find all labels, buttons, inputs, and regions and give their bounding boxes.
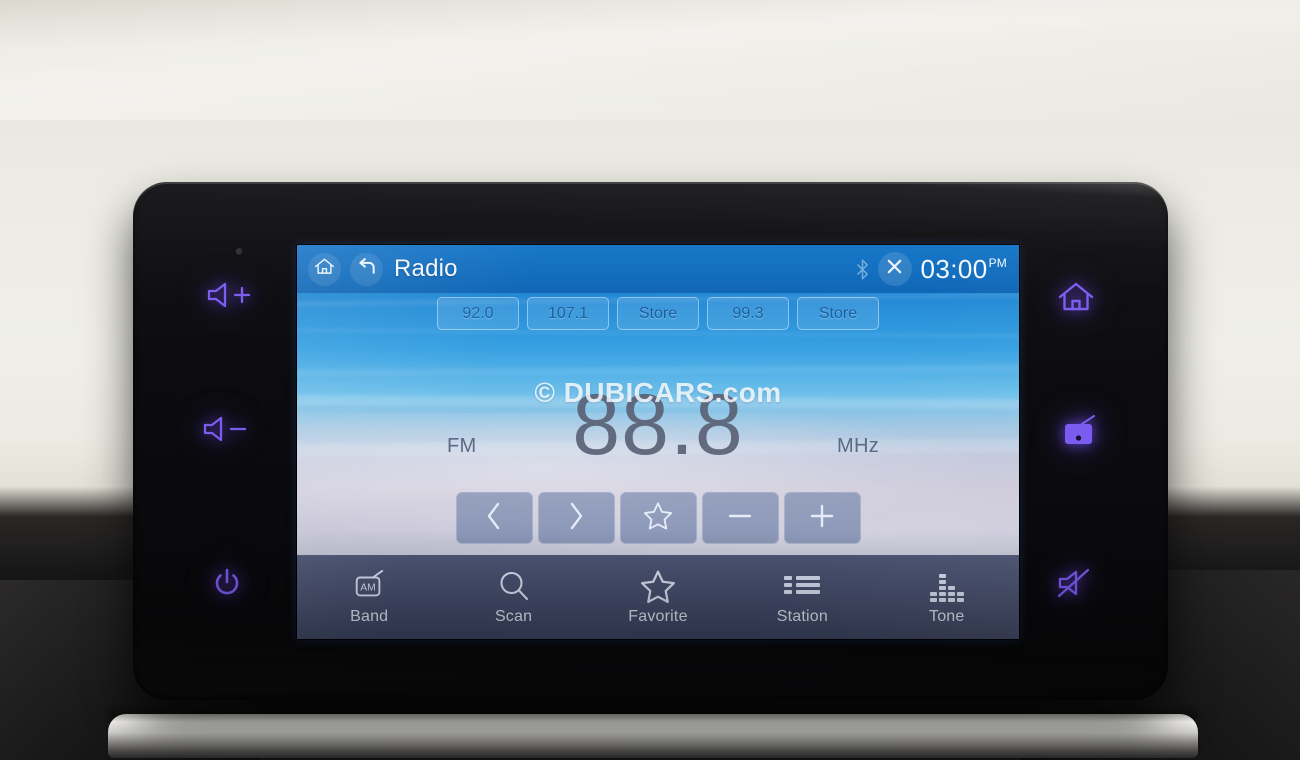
- bluetooth-icon: [856, 258, 869, 280]
- chevron-right-icon: [564, 501, 588, 536]
- close-button[interactable]: [877, 252, 912, 286]
- home-icon: [1057, 280, 1095, 314]
- star-icon: [643, 501, 673, 535]
- volume-up-key[interactable]: [193, 270, 265, 320]
- title-bar: Radio 03:00 PM: [297, 245, 1019, 293]
- preset-button-1[interactable]: 92.0: [437, 297, 519, 330]
- preset-button-5[interactable]: Store: [797, 297, 879, 330]
- nav-label-station: Station: [776, 608, 828, 625]
- search-icon: [497, 569, 531, 603]
- nav-label-favorite: Favorite: [628, 608, 688, 625]
- plus-icon: [807, 501, 837, 536]
- nav-item-band[interactable]: AM Band: [309, 561, 429, 635]
- volume-down-key[interactable]: [189, 404, 261, 454]
- seek-up-button[interactable]: [537, 492, 615, 544]
- list-icon: [784, 569, 821, 603]
- lcd-screen[interactable]: Radio 03:00 PM 92.0 107.1 Store 99.3 Sto…: [297, 245, 1019, 639]
- favorite-button[interactable]: [619, 492, 697, 544]
- list-row: [784, 582, 821, 587]
- home-key[interactable]: [1040, 272, 1112, 322]
- microphone-hole: [236, 248, 242, 254]
- home-icon: [314, 257, 335, 281]
- close-x-icon: [885, 257, 904, 281]
- star-icon: [640, 569, 676, 603]
- nav-item-station[interactable]: Station: [742, 561, 862, 635]
- list-row: [784, 589, 821, 594]
- preset-button-4[interactable]: 99.3: [707, 297, 789, 330]
- svg-text:AM: AM: [360, 583, 376, 594]
- back-arrow-icon: [356, 257, 378, 282]
- seek-down-button[interactable]: [455, 492, 533, 544]
- frequency-unit-label: MHz: [836, 435, 879, 457]
- list-row: [784, 575, 821, 580]
- bottom-navigation-bar: AM Band Scan Favorite Station Tone: [297, 555, 1019, 639]
- equalizer-icon: [929, 569, 964, 603]
- titlebar-home-button[interactable]: [308, 252, 341, 286]
- clock-meridiem: PM: [988, 255, 1007, 270]
- tune-up-button[interactable]: [783, 492, 861, 544]
- radio-icon: [1060, 414, 1100, 448]
- power-key[interactable]: [191, 558, 263, 608]
- clock-time: 03:00: [920, 253, 988, 284]
- chevron-left-icon: [482, 501, 506, 536]
- titlebar-status-area: 03:00 PM: [856, 252, 1019, 286]
- speaker-minus-icon: [201, 414, 249, 444]
- tune-down-button[interactable]: [701, 492, 779, 544]
- frequency-display: FM 88.8 © DUBICARS.com MHz: [297, 373, 1019, 483]
- frequency-value: 88.8: [572, 377, 744, 473]
- nav-label-band: Band: [350, 608, 389, 625]
- speaker-mute-icon: [1055, 567, 1097, 599]
- tuning-controls: [297, 492, 1019, 544]
- titlebar-back-button[interactable]: [350, 252, 383, 286]
- radio-key[interactable]: [1044, 406, 1116, 456]
- windshield-glare: [0, 0, 1300, 120]
- mute-key[interactable]: [1040, 558, 1112, 608]
- chrome-trim-strip: [108, 714, 1198, 758]
- clock: 03:00 PM: [921, 254, 1007, 285]
- preset-button-3[interactable]: Store: [617, 297, 699, 330]
- preset-row: 92.0 107.1 Store 99.3 Store: [297, 297, 1019, 330]
- preset-button-2[interactable]: 107.1: [527, 297, 609, 330]
- nav-label-scan: Scan: [494, 608, 533, 625]
- nav-item-favorite[interactable]: Favorite: [598, 561, 718, 635]
- minus-icon: [725, 501, 755, 536]
- am-radio-icon: AM: [350, 569, 388, 603]
- power-icon: [210, 566, 244, 600]
- nav-label-tone: Tone: [929, 608, 965, 625]
- nav-item-scan[interactable]: Scan: [454, 561, 574, 635]
- page-title: Radio: [394, 255, 458, 282]
- speaker-plus-icon: [205, 280, 253, 310]
- infotainment-head-unit: Radio 03:00 PM 92.0 107.1 Store 99.3 Sto…: [133, 182, 1168, 700]
- nav-item-tone[interactable]: Tone: [887, 561, 1007, 635]
